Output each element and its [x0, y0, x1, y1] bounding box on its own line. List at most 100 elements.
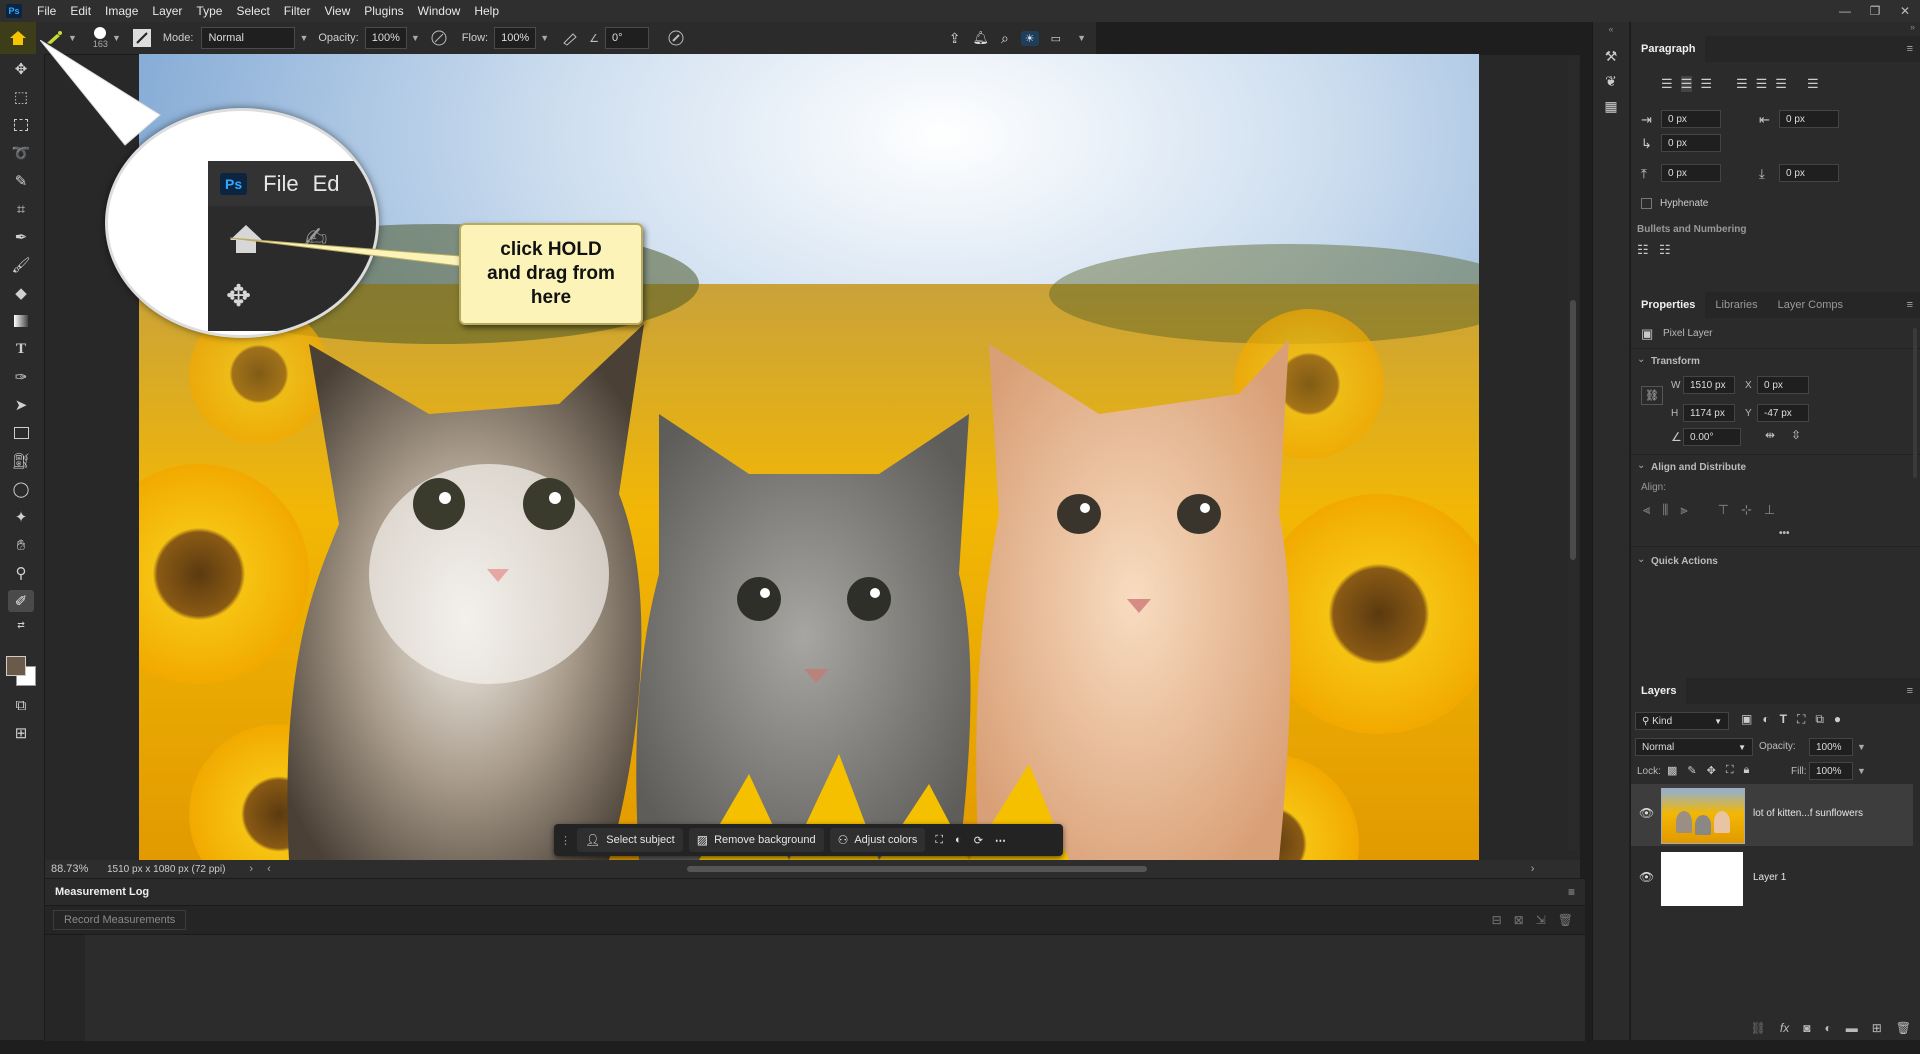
discover-lightbulb-icon[interactable]: ☀ — [1020, 30, 1039, 46]
workspace-icon[interactable]: ▭ — [1051, 32, 1061, 45]
custom-shape-tool[interactable]: ✦ — [8, 506, 34, 528]
y-input[interactable]: -47 px — [1757, 404, 1809, 422]
paint-bucket-tool[interactable]: ⛽︎ — [8, 450, 34, 472]
quick-actions-title[interactable]: Quick Actions — [1651, 556, 1718, 567]
align-center-icon[interactable]: ☰ — [1680, 76, 1693, 92]
brush-tool[interactable]: 🖌︎ — [8, 254, 34, 276]
minimize-icon[interactable]: — — [1830, 4, 1860, 18]
align-horizontal-centers-icon[interactable]: ⫼ — [1662, 502, 1668, 518]
gradient-tool[interactable] — [8, 310, 34, 332]
airbrush-button[interactable] — [561, 29, 579, 47]
artboard-tool[interactable]: ⬚ — [8, 86, 34, 108]
visibility-eye-icon[interactable]: 👁︎ — [1639, 870, 1654, 884]
new-adjustment-layer-icon[interactable]: ◐ — [1824, 1021, 1831, 1035]
layer-row[interactable]: 👁︎ Layer 1 — [1631, 848, 1913, 910]
generative-icon[interactable]: ⟳ — [974, 834, 983, 847]
align-left-edges-icon[interactable]: ⫷ — [1643, 502, 1650, 518]
filter-type-icon[interactable]: T — [1780, 712, 1787, 727]
transform-collapse-icon[interactable]: ⌄ — [1637, 354, 1645, 365]
crop-tool[interactable]: ⌗ — [8, 198, 34, 220]
tab-libraries[interactable]: Libraries — [1705, 292, 1767, 318]
lasso-tool[interactable]: ➰ — [8, 142, 34, 164]
panel-menu-icon[interactable]: ≡ — [1907, 299, 1913, 311]
layer-filter-kind-select[interactable]: ⚲ Kind ▼ — [1635, 712, 1729, 730]
indent-right-input[interactable]: 0 px — [1779, 110, 1839, 128]
space-after-input[interactable]: 0 px — [1779, 164, 1839, 182]
panel-menu-icon[interactable]: ≡ — [1907, 43, 1913, 55]
trash-icon[interactable]: 🗑︎ — [1558, 913, 1573, 927]
lock-artboard-icon[interactable]: ⛶ — [1726, 764, 1734, 777]
panel-menu-icon[interactable]: ≡ — [1907, 685, 1913, 697]
justify-center-icon[interactable]: ☰ — [1756, 76, 1768, 92]
bullet-list-icon[interactable]: ☷ — [1637, 242, 1649, 258]
measurement-log-tab[interactable]: Measurement Log — [55, 886, 149, 898]
align-right-edges-icon[interactable]: ⫸ — [1680, 502, 1687, 518]
transform-icon[interactable]: ⛶ — [935, 834, 943, 847]
type-tool[interactable]: T — [8, 338, 34, 360]
horizontal-scrollbar[interactable] — [277, 865, 1527, 873]
expand-arrows-icon[interactable]: » — [1631, 22, 1920, 36]
height-input[interactable]: 1174 px — [1683, 404, 1735, 422]
panel-menu-icon[interactable]: ≡ — [1568, 885, 1575, 899]
collapse-arrows-icon[interactable]: « — [1593, 24, 1629, 34]
screen-mode-button[interactable]: ⊞ — [8, 722, 34, 744]
menu-type[interactable]: Type — [189, 0, 229, 22]
new-layer-icon[interactable]: ⊞ — [1872, 1021, 1882, 1035]
vertical-scrollbar[interactable] — [1568, 60, 1578, 850]
scroll-left-icon[interactable]: ‹ — [267, 863, 271, 875]
align-distribute-title[interactable]: Align and Distribute — [1651, 462, 1746, 473]
ellipse-tool[interactable]: ◯ — [8, 478, 34, 500]
fill-input[interactable]: 100% — [1809, 762, 1853, 780]
zoom-level[interactable]: 88.73% — [51, 863, 107, 875]
chevron-down-icon[interactable]: ▼ — [411, 33, 420, 43]
select-all-icon[interactable]: ⊟ — [1492, 913, 1502, 927]
pen-tool[interactable]: ✑ — [8, 366, 34, 388]
justify-all-icon[interactable]: ☰ — [1807, 76, 1819, 92]
opacity-input[interactable]: 100% — [364, 27, 407, 49]
bell-icon[interactable]: 🔔︎ — [972, 30, 989, 46]
align-top-edges-icon[interactable]: ⊤ — [1718, 502, 1729, 518]
horizontal-scroll-thumb[interactable] — [686, 866, 1147, 872]
adjustment-layer-icon[interactable]: ◐ — [955, 834, 962, 846]
export-icon[interactable]: ⇲ — [1536, 913, 1546, 927]
scroll-right-icon[interactable]: › — [1531, 863, 1535, 875]
chevron-down-icon[interactable]: ▼ — [1857, 742, 1866, 752]
tab-properties[interactable]: Properties — [1631, 292, 1706, 318]
indent-first-line-input[interactable]: 0 px — [1661, 134, 1721, 152]
space-before-input[interactable]: 0 px — [1661, 164, 1721, 182]
menu-edit[interactable]: Edit — [63, 0, 98, 22]
layer-mask-icon[interactable]: ◙ — [1803, 1021, 1810, 1035]
restore-icon[interactable]: ❐ — [1860, 4, 1890, 18]
flip-vertical-icon[interactable]: ⇳ — [1791, 428, 1801, 442]
close-icon[interactable]: ✕ — [1890, 4, 1920, 18]
flow-input[interactable]: 100% — [494, 27, 537, 49]
filter-toggle-icon[interactable]: ● — [1834, 712, 1841, 727]
menu-plugins[interactable]: Plugins — [357, 0, 410, 22]
deselect-icon[interactable]: ⊠ — [1514, 913, 1524, 927]
menu-image[interactable]: Image — [98, 0, 145, 22]
tab-paragraph[interactable]: Paragraph — [1631, 36, 1706, 62]
search-icon[interactable]: ⌕ — [1001, 30, 1009, 47]
chevron-down-icon[interactable]: ▼ — [1857, 766, 1866, 776]
quick-mask-button[interactable]: ⧉ — [8, 694, 34, 716]
menu-layer[interactable]: Layer — [145, 0, 189, 22]
drag-handle-icon[interactable]: ⋮ — [560, 834, 571, 847]
align-collapse-icon[interactable]: ⌄ — [1637, 460, 1645, 471]
menu-view[interactable]: View — [317, 0, 357, 22]
chevron-down-icon[interactable]: ▼ — [540, 33, 549, 43]
more-options-icon[interactable]: ⋯ — [995, 834, 1006, 847]
zoom-tool[interactable]: ⚲ — [8, 562, 34, 584]
visibility-eye-icon[interactable]: 👁︎ — [1639, 806, 1654, 820]
spot-healing-tool[interactable]: ✐ — [8, 590, 34, 612]
numbered-list-icon[interactable]: ☷ — [1659, 242, 1671, 258]
eraser-tool[interactable]: ◆ — [8, 282, 34, 304]
share-icon[interactable]: ⇪ — [949, 30, 961, 47]
properties-scrollbar[interactable] — [1913, 328, 1917, 478]
object-selection-tool[interactable]: ✎ — [8, 170, 34, 192]
adjust-colors-button[interactable]: ⚇ Adjust colors — [829, 828, 926, 852]
justify-right-icon[interactable]: ☰ — [1775, 76, 1787, 92]
quick-actions-collapse-icon[interactable]: ⌄ — [1637, 554, 1645, 565]
layer-row[interactable]: 👁︎ lot of kitten...f sunflowers — [1631, 784, 1913, 846]
status-menu-arrow-icon[interactable]: › — [249, 863, 253, 875]
home-button[interactable] — [0, 22, 36, 54]
